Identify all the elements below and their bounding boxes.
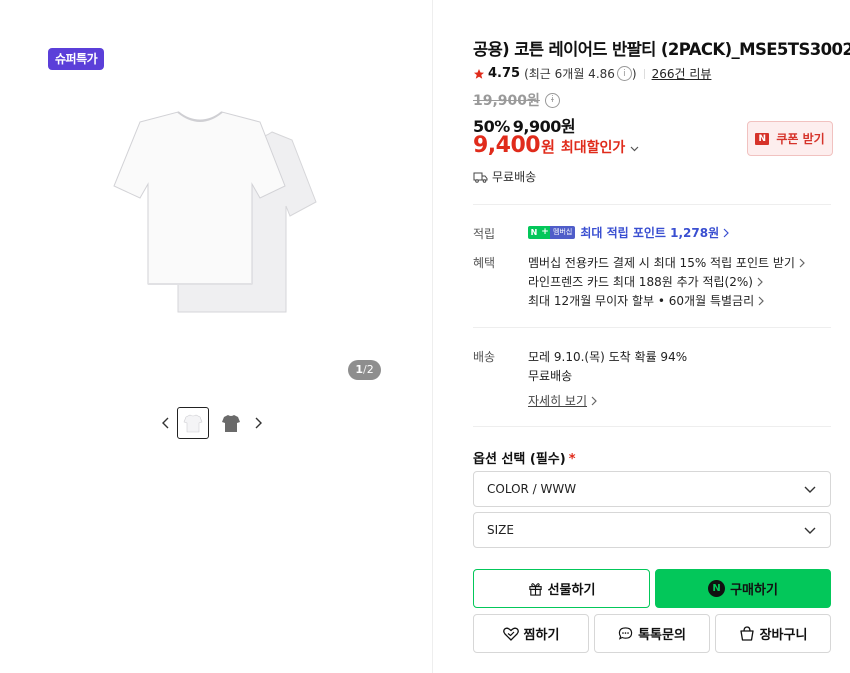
image-counter: 1/2 (348, 360, 381, 380)
super-deal-badge: 슈퍼특가 (48, 48, 105, 70)
image-counter-current: 1 (355, 363, 363, 376)
rating-info-icon[interactable]: i (616, 66, 632, 81)
delivery-fee: 무료배송 (528, 369, 573, 383)
price-info-icon[interactable]: i (544, 92, 560, 108)
gift-button-label: 선물하기 (547, 583, 596, 598)
chevron-right-icon (757, 277, 763, 286)
required-mark: * (568, 452, 576, 467)
panel-divider (432, 0, 433, 673)
cart-button[interactable]: 장바구니 (715, 614, 831, 653)
chevron-down-icon (630, 146, 639, 152)
benefit-item-card-points[interactable]: 멤버십 전용카드 결제 시 최대 15% 적립 포인트 받기 (528, 254, 805, 271)
truck-icon (473, 172, 488, 183)
delivery-label: 배송 (473, 350, 496, 364)
size-select[interactable]: SIZE (473, 512, 831, 548)
gift-button[interactable]: 선물하기 (473, 569, 650, 608)
buy-button-label: 구매하기 (730, 583, 778, 598)
white-tshirt-thumbnail-icon (183, 414, 203, 433)
color-select-value: COLOR / WWW (487, 482, 577, 496)
color-select[interactable]: COLOR / WWW (473, 471, 831, 507)
heart-icon (502, 627, 519, 641)
chevron-down-icon (804, 486, 816, 493)
max-discount-row[interactable]: 9,400 원 최대할인가 (473, 133, 639, 158)
delivery-details-link[interactable]: 자세히 보기 (528, 392, 597, 409)
points-label: 적립 (473, 227, 496, 241)
product-main-image[interactable] (100, 100, 330, 330)
rating-recent: (최근 6개월 4.86 (524, 67, 615, 81)
benefit-item-linefriends-card[interactable]: 라인프렌즈 카드 최대 188원 추가 적립(2%) (528, 273, 763, 290)
thumbnail-gray-shirt[interactable] (215, 407, 247, 439)
free-shipping-label: 무료배송 (492, 170, 537, 184)
thumbnail-strip (158, 406, 266, 440)
rating-divider (643, 68, 645, 79)
shopping-bag-icon (739, 626, 754, 641)
divider (473, 426, 831, 427)
original-price-row: 19,900원 i (473, 90, 560, 110)
max-discount-label: 최대할인가 (560, 140, 626, 156)
divider (473, 327, 831, 328)
chevron-right-icon (591, 396, 597, 405)
chat-bubble-icon (618, 627, 633, 640)
benefit-item-installment[interactable]: 최대 12개월 무이자 할부 • 60개월 특별금리 (528, 292, 764, 309)
naver-membership-badge: N + 멤버십 (528, 226, 576, 239)
option-select-label: 옵션 선택 (필수) * (473, 452, 576, 467)
chevron-right-icon (758, 296, 764, 305)
chevron-right-icon (723, 228, 729, 237)
points-row[interactable]: N + 멤버십 최대 적립 포인트 1,278원 (528, 224, 729, 241)
gift-icon (528, 583, 542, 596)
wish-button[interactable]: 찜하기 (473, 614, 589, 653)
benefits-label: 혜택 (473, 256, 496, 270)
size-select-value: SIZE (487, 523, 514, 537)
thumbnail-white-shirt[interactable] (177, 407, 209, 439)
final-price: 9,400 (473, 133, 541, 158)
naver-pay-icon: N (708, 580, 726, 597)
image-counter-total: 2 (366, 363, 374, 376)
chevron-left-icon (162, 417, 169, 429)
max-points-text: 최대 적립 포인트 1,278원 (580, 226, 720, 240)
delivery-arrival: 모레 9.10.(목) 도착 확률 94% (528, 350, 688, 364)
chevron-right-icon (255, 417, 262, 429)
cart-button-label: 장바구니 (759, 628, 808, 643)
coupon-button-label: 쿠폰 받기 (776, 132, 825, 146)
coupon-button[interactable]: N 쿠폰 받기 (747, 121, 833, 156)
chevron-down-icon (804, 527, 816, 534)
review-count-link[interactable]: 266건 리뷰 (652, 65, 712, 82)
talk-inquiry-label: 톡톡문의 (638, 628, 686, 643)
final-price-currency: 원 (541, 138, 555, 156)
original-price: 19,900원 (473, 93, 540, 109)
star-icon (474, 68, 484, 79)
buy-button[interactable]: N 구매하기 (655, 569, 831, 608)
wish-button-label: 찜하기 (523, 628, 560, 643)
gray-tshirt-thumbnail-icon (222, 415, 240, 432)
rating-score: 4.75 (488, 66, 521, 81)
naver-coupon-icon: N (755, 132, 770, 145)
product-title: 공용) 코튼 레이어드 반팔티 (2PACK)_MSE5TS3002 (473, 40, 850, 59)
talk-inquiry-button[interactable]: 톡톡문의 (594, 614, 710, 653)
rating-row: 4.75 (최근 6개월 4.86 i ) 266건 리뷰 (473, 65, 711, 82)
divider (473, 204, 831, 205)
rating-recent-close: ) (631, 66, 637, 81)
chevron-right-icon (799, 258, 805, 267)
prev-image-arrow[interactable] (158, 406, 174, 440)
next-image-arrow[interactable] (250, 406, 266, 440)
image-counter-separator: / (362, 363, 367, 376)
free-shipping-row: 무료배송 (473, 168, 536, 185)
